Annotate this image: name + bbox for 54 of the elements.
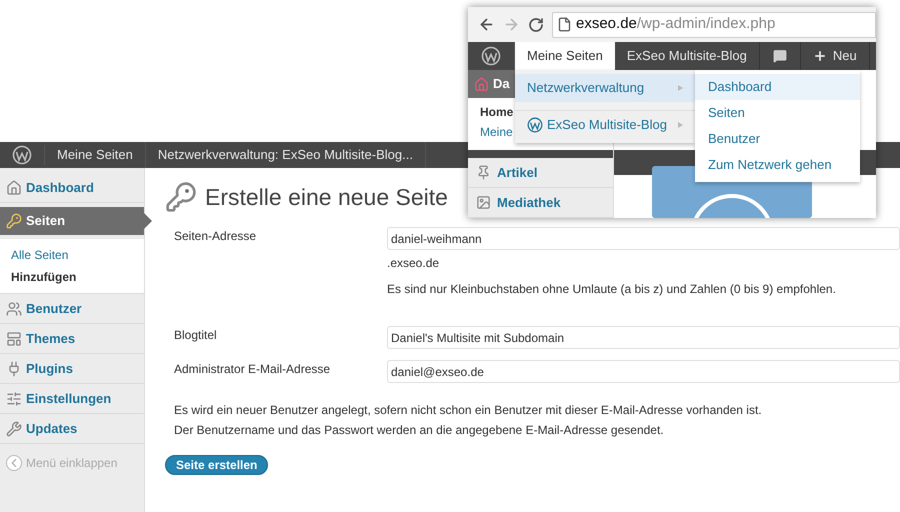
text-field[interactable]: Daniel's Multisite mit Subdomain <box>387 326 900 349</box>
house-icon <box>474 76 489 92</box>
back-icon[interactable] <box>478 16 495 33</box>
pushpin-icon <box>476 165 491 180</box>
text-field[interactable]: daniel-weihmann <box>387 227 900 250</box>
collapse-icon <box>6 455 22 471</box>
speech-bubble-icon <box>772 49 787 63</box>
sidebar-item[interactable]: Dashboard <box>0 173 144 203</box>
admin-bar-link[interactable]: Netzwerkverwaltung: ExSeo Multisite-Blog... <box>146 142 426 168</box>
wordpress-logo-icon[interactable] <box>481 46 501 66</box>
sliders-icon <box>6 390 22 406</box>
submenu-link[interactable]: Hinzufügen <box>0 266 144 288</box>
sidebar-item[interactable]: Plugins <box>0 354 144 384</box>
page-icon <box>557 17 572 32</box>
submit-button[interactable]: Seite erstellen <box>165 454 268 474</box>
wordpress-logo-icon[interactable] <box>527 117 543 133</box>
field-label: Blogtitel <box>173 326 218 344</box>
users-icon <box>6 300 22 316</box>
sidebar-item[interactable]: Einstellungen <box>0 384 144 414</box>
page-title: Erstelle eine neue Seite <box>205 183 448 212</box>
field-note: Es sind nur Kleinbuchstaben ohne Umlaute (a bis z) und Zahlen (0 bis 9) empfohlen. <box>387 280 837 298</box>
wrench-icon <box>6 420 22 436</box>
plus-icon <box>812 49 827 63</box>
image-icon <box>476 195 491 210</box>
current-arrow-icon <box>144 213 152 229</box>
submenu-item[interactable]: Zum Netzwerk gehen <box>695 152 860 178</box>
layout-icon <box>6 330 22 346</box>
sidebar-item[interactable]: Mediathek <box>468 188 613 218</box>
dropdown-item[interactable]: Netzwerkverwaltung <box>515 74 695 102</box>
sidebar-item[interactable]: Artikel <box>468 158 613 188</box>
field-label: Administrator E-Mail-Adresse <box>173 360 332 378</box>
submenu-arrow-icon <box>678 85 683 91</box>
field-label: Seiten-Adresse <box>173 228 258 244</box>
submenu-link[interactable]: Alle Seiten <box>0 244 144 266</box>
text-field[interactable]: daniel@exseo.de <box>387 360 900 383</box>
keys-icon <box>6 213 22 229</box>
submenu-item[interactable]: Dashboard <box>695 74 860 100</box>
submenu-item[interactable]: Seiten <box>695 100 860 126</box>
house-icon <box>6 180 22 196</box>
admin-bar-menu[interactable]: Meine Seiten <box>515 42 615 70</box>
submenu-arrow-icon <box>678 122 683 128</box>
sidebar-item[interactable]: Benutzer <box>0 294 144 324</box>
field-note: .exseo.de <box>387 254 440 272</box>
sidebar-item[interactable]: Themes <box>0 324 144 354</box>
reload-icon[interactable] <box>528 16 544 32</box>
dropdown-item[interactable]: ExSeo Multisite-Blog <box>515 111 695 139</box>
address-bar[interactable]: exseo.de/wp-admin/index.php <box>552 12 876 38</box>
sidebar-item[interactable]: Seiten <box>0 207 144 235</box>
notice-text: Es wird ein neuer Benutzer angelegt, sofern nicht schon ein Benutzer mit dieser E-Mail-Adresse vorhanden ist. <box>174 402 763 418</box>
notice-text: Der Benutzername und das Passwort werden an die angegebene E-Mail-Adresse gesendet. <box>174 422 665 438</box>
wordpress-logo-icon[interactable] <box>12 145 32 165</box>
sidebar-item[interactable]: Updates <box>0 414 144 444</box>
keys-icon <box>165 181 197 214</box>
submenu-item[interactable]: Benutzer <box>695 126 860 152</box>
